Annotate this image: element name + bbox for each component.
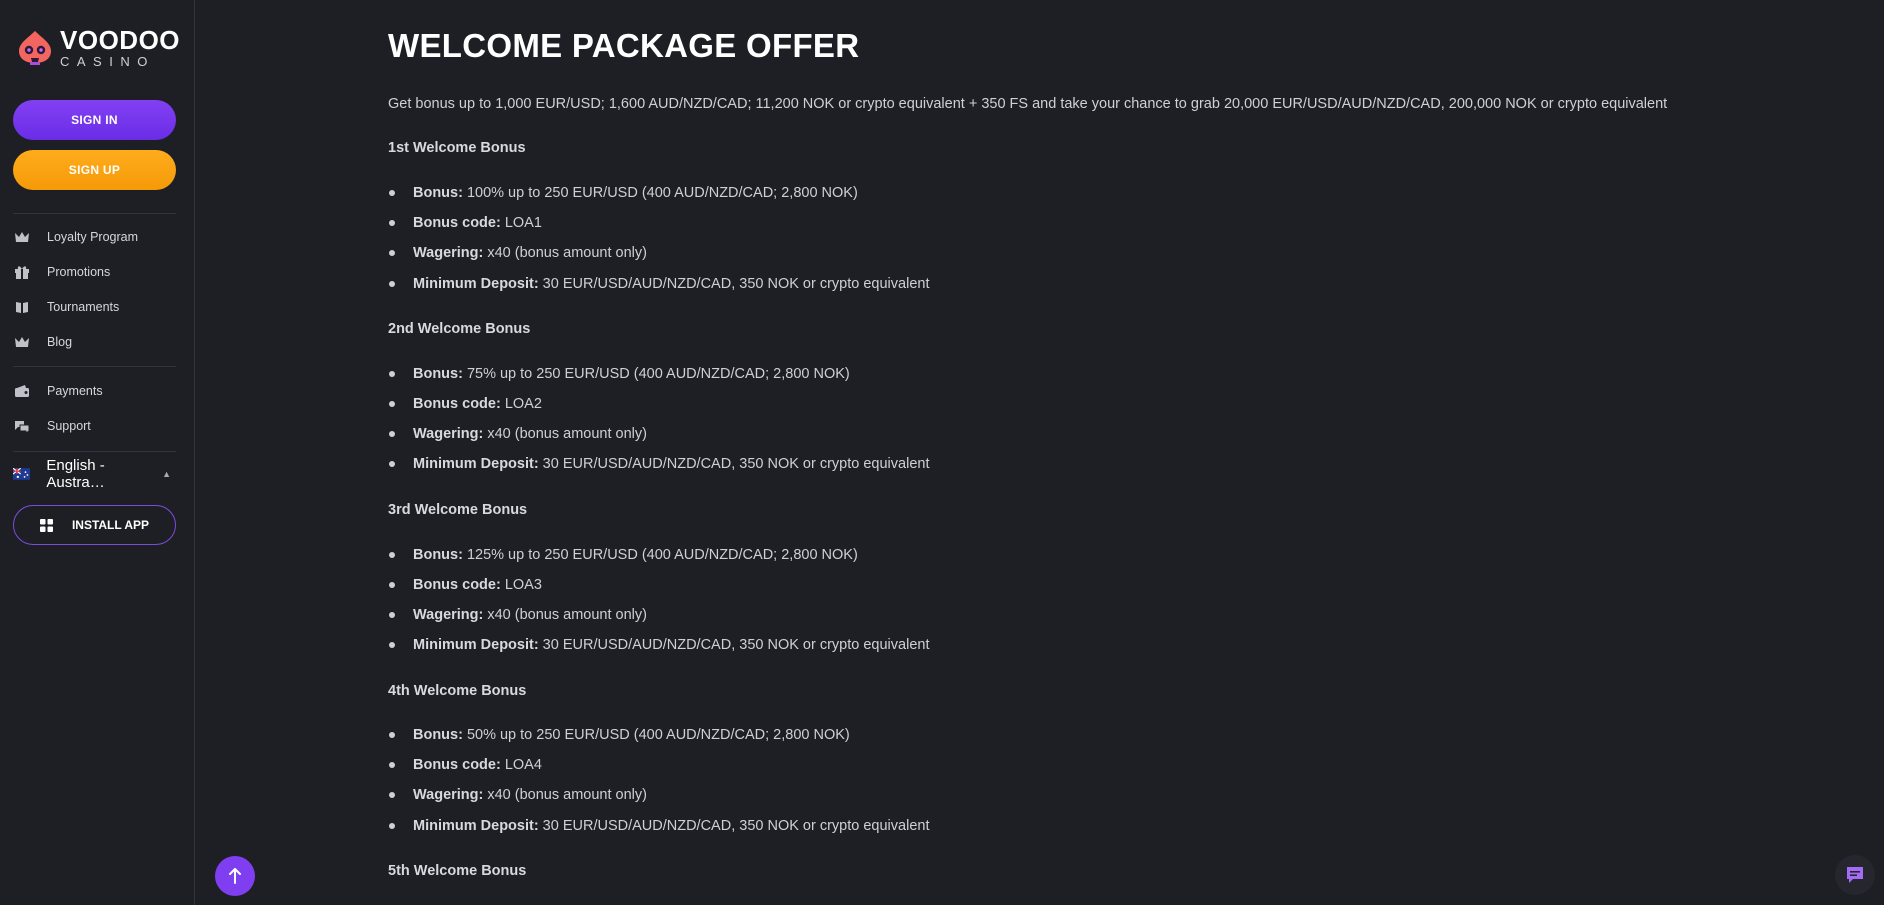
section-title: 3rd Welcome Bonus [388, 502, 528, 518]
install-app-label: INSTALL APP [71, 518, 150, 532]
item-value: 30 EUR/USD/AUD/NZD/CAD, 350 NOK or crypt… [542, 456, 930, 472]
logo[interactable]: VOODOO CASINO [16, 27, 180, 68]
crown-icon [13, 334, 30, 351]
sidebar-item-label: Payments [47, 384, 103, 398]
gift-icon [13, 264, 30, 281]
sidebar-divider [13, 213, 176, 214]
sign-in-button[interactable]: SIGN IN [13, 100, 176, 140]
item-value: x40 (bonus amount only) [487, 426, 647, 442]
list-item: Bonus code: LOA2 [388, 396, 542, 412]
item-value: 30 EUR/USD/AUD/NZD/CAD, 350 NOK or crypt… [542, 818, 930, 834]
section-title: 2nd Welcome Bonus [388, 321, 531, 337]
sidebar-divider [13, 366, 176, 367]
item-value: x40 (bonus amount only) [487, 245, 647, 261]
item-label: Minimum Deposit: [413, 456, 539, 472]
sidebar-item-blog[interactable]: Blog [13, 328, 176, 356]
item-label: Bonus code: [413, 215, 501, 231]
language-selector[interactable]: English - Austra… ▲ [13, 457, 183, 491]
sidebar-item-label: Support [47, 419, 91, 433]
live-chat-button[interactable] [1835, 855, 1875, 895]
sidebar-divider [13, 451, 176, 452]
voodoo-skull-logo-icon [19, 30, 51, 65]
sidebar-item-promotions[interactable]: Promotions [13, 258, 176, 286]
sidebar-item-label: Blog [47, 335, 73, 349]
sidebar: VOODOO CASINO SIGN IN SIGN UP Loyalty Pr… [0, 0, 195, 905]
list-item: Bonus code: LOA3 [388, 577, 542, 593]
item-label: Minimum Deposit: [413, 276, 539, 292]
list-item: Minimum Deposit: 30 EUR/USD/AUD/NZD/CAD, … [388, 637, 929, 653]
list-item: Wagering: x40 (bonus amount only) [388, 426, 647, 442]
item-value: 50% up to 250 EUR/USD (400 AUD/NZD/CAD; … [466, 727, 850, 743]
item-label: Wagering: [413, 245, 484, 261]
list-item: Minimum Deposit: 30 EUR/USD/AUD/NZD/CAD, … [388, 818, 929, 834]
install-app-button[interactable]: INSTALL APP [13, 505, 176, 545]
sidebar-item-payments[interactable]: Payments [13, 377, 176, 405]
chevron-up-icon: ▲ [162, 469, 171, 479]
section-title: 5th Welcome Bonus [388, 863, 527, 879]
item-value: LOA4 [504, 757, 542, 773]
sidebar-item-label: Promotions [47, 265, 111, 279]
item-value: LOA2 [504, 396, 542, 412]
australia-flag-icon [13, 468, 31, 480]
item-label: Minimum Deposit: [413, 818, 539, 834]
item-label: Wagering: [413, 787, 484, 803]
sign-up-button[interactable]: SIGN UP [13, 150, 176, 190]
item-value: 75% up to 250 EUR/USD (400 AUD/NZD/CAD; … [466, 366, 850, 382]
list-item: Minimum Deposit: 30 EUR/USD/AUD/NZD/CAD, … [388, 456, 929, 472]
list-item: Wagering: x40 (bonus amount only) [388, 245, 647, 261]
item-value: 125% up to 250 EUR/USD (400 AUD/NZD/CAD;… [466, 547, 858, 563]
list-item: Bonus code: LOA1 [388, 215, 542, 231]
sidebar-item-label: Loyalty Program [47, 230, 139, 244]
list-item: Wagering: x40 (bonus amount only) [388, 787, 647, 803]
app-grid-icon [39, 518, 53, 532]
chat-icon [1847, 867, 1863, 883]
section-title: 1st Welcome Bonus [388, 140, 526, 156]
item-value: x40 (bonus amount only) [487, 607, 647, 623]
item-label: Minimum Deposit: [413, 637, 539, 653]
item-label: Bonus: [413, 727, 463, 743]
chat-bubbles-icon [13, 418, 30, 435]
list-item: Minimum Deposit: 30 EUR/USD/AUD/NZD/CAD, … [388, 276, 929, 292]
list-item: Bonus: 100% up to 250 EUR/USD (400 AUD/NZ… [388, 185, 858, 201]
item-label: Wagering: [413, 426, 484, 442]
sidebar-item-support[interactable]: Support [13, 412, 176, 440]
item-value: x40 (bonus amount only) [487, 787, 647, 803]
scroll-to-top-button[interactable] [215, 856, 255, 896]
crown-icon [13, 229, 30, 246]
item-value: 30 EUR/USD/AUD/NZD/CAD, 350 NOK or crypt… [542, 637, 930, 653]
item-value: LOA3 [504, 577, 542, 593]
book-icon [13, 299, 30, 316]
item-label: Bonus code: [413, 757, 501, 773]
item-value: LOA1 [504, 215, 542, 231]
sidebar-item-loyalty-program[interactable]: Loyalty Program [13, 223, 176, 251]
item-value: 100% up to 250 EUR/USD (400 AUD/NZD/CAD;… [466, 185, 858, 201]
page-title: WELCOME PACKAGE OFFER [388, 27, 860, 64]
list-item: Wagering: x40 (bonus amount only) [388, 607, 647, 623]
item-label: Bonus: [413, 185, 463, 201]
list-item: Bonus code: LOA4 [388, 757, 542, 773]
language-label: English - Austra… [46, 457, 105, 491]
list-item: Bonus: 125% up to 250 EUR/USD (400 AUD/NZ… [388, 547, 858, 563]
list-item: Bonus: 75% up to 250 EUR/USD (400 AUD/NZD… [388, 366, 850, 382]
wallet-icon [13, 383, 30, 400]
logo-subtitle: CASINO [60, 54, 155, 69]
sidebar-item-tournaments[interactable]: Tournaments [13, 293, 176, 321]
intro-text: Get bonus up to 1,000 EUR/USD; 1,600 AUD… [388, 96, 1668, 112]
item-label: Bonus: [413, 547, 463, 563]
item-label: Bonus: [413, 366, 463, 382]
item-label: Wagering: [413, 607, 484, 623]
logo-title: VOODOO [60, 25, 181, 55]
sidebar-item-label: Tournaments [47, 300, 120, 314]
list-item: Bonus: 50% up to 250 EUR/USD (400 AUD/NZD… [388, 727, 850, 743]
item-label: Bonus code: [413, 577, 501, 593]
section-title: 4th Welcome Bonus [388, 683, 527, 699]
item-value: 30 EUR/USD/AUD/NZD/CAD, 350 NOK or crypt… [542, 276, 930, 292]
arrow-up-icon [229, 868, 241, 884]
item-label: Bonus code: [413, 396, 501, 412]
